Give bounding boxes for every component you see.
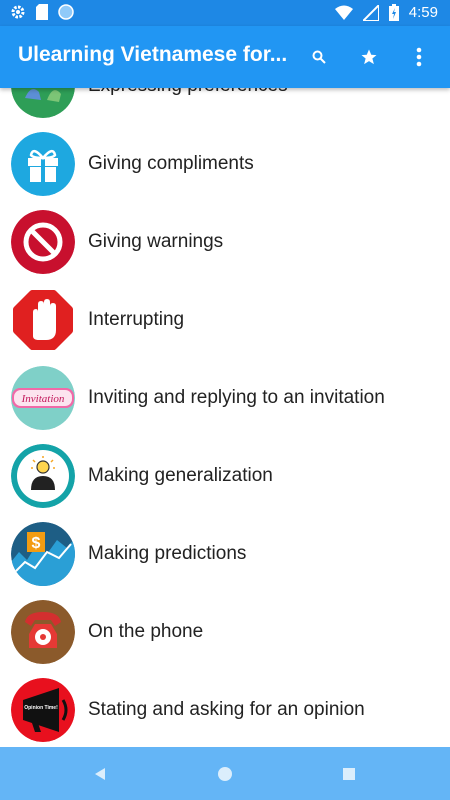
list-item-label: On the phone [88,621,204,642]
thumbs-icon [11,88,75,118]
list-item[interactable]: Giving compliments [0,125,450,204]
list-item-label: Making generalization [88,465,273,486]
list-item-label: Giving warnings [88,231,224,252]
home-button[interactable] [212,761,238,787]
navigation-bar [0,747,450,800]
sd-card-icon [36,4,48,20]
list-item-label: Making predictions [88,543,247,564]
list-item-label: Expressing preferences [88,88,288,97]
invitation-icon-text: Invitation [21,393,65,405]
list-item[interactable]: Interrupting [0,281,450,360]
back-button[interactable] [87,761,113,787]
svg-text:$: $ [32,535,41,552]
list-item-label: Stating and asking for an opinion [88,699,365,720]
star-icon [361,49,377,65]
more-vert-icon [416,47,422,67]
megaphone-icon-text: Opinion Time! [24,705,58,711]
dollar-chart-icon: $ [11,522,75,586]
idea-person-icon [11,444,75,508]
no-entry-icon [11,210,75,274]
recents-button[interactable] [336,761,362,787]
invitation-icon: Invitation [11,366,75,430]
search-button[interactable] [296,40,342,74]
topic-list[interactable]: Expressing preferences Giving compliment… [0,88,450,747]
megaphone-icon: Opinion Time! [11,678,75,742]
home-icon [218,767,232,781]
phone-icon [11,600,75,664]
list-item[interactable]: Invitation Inviting and replying to an i… [0,359,450,438]
wifi-icon [334,5,353,20]
battery-icon [388,4,399,21]
list-item-label: Giving compliments [88,153,254,174]
status-time: 4:59 [408,4,438,21]
list-item-label: Inviting and replying to an invitation [88,387,385,408]
gear-icon [11,5,25,19]
recents-icon [343,768,355,780]
stop-hand-icon [11,288,75,352]
list-item[interactable]: Making generalization [0,437,450,516]
signal-icon [362,4,379,21]
favorite-button[interactable] [346,40,392,74]
list-item[interactable]: On the phone [0,593,450,672]
app-bar: Ulearning Vietnamese for... [0,26,450,88]
app-title: Ulearning Vietnamese for... [18,43,288,66]
list-item-label: Interrupting [88,309,185,330]
back-icon [95,768,105,780]
list-item[interactable]: Opinion Time! Stating and asking for an … [0,671,450,747]
more-options-button[interactable] [396,40,442,74]
list-item[interactable]: $ Making predictions [0,515,450,594]
status-bar: 4:59 [0,0,450,26]
gift-icon [11,132,75,196]
search-icon [312,50,326,64]
list-item[interactable]: Expressing preferences [0,88,450,126]
circle-icon [58,4,74,20]
list-item[interactable]: Giving warnings [0,203,450,282]
